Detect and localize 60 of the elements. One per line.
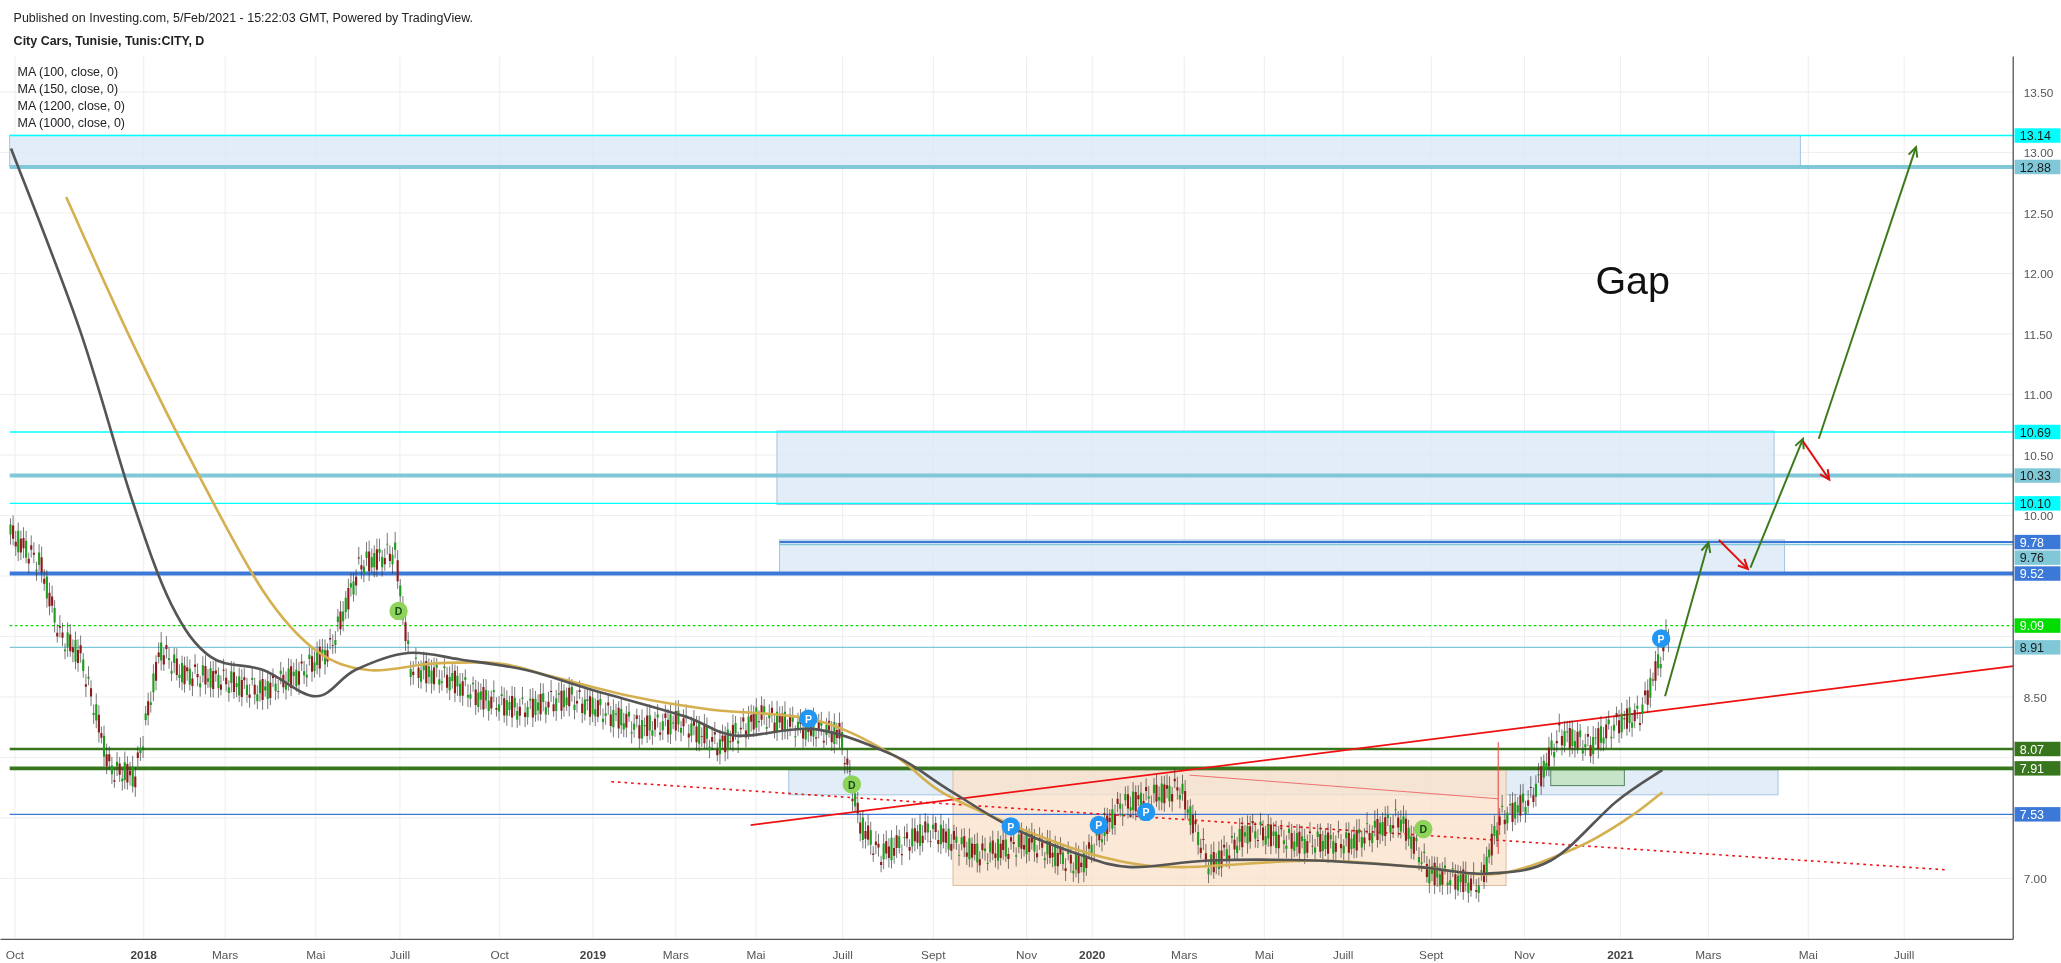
price-label: 10.33 (2014, 468, 2061, 484)
axis-label: Mars (662, 948, 689, 963)
legend-item: MA (1200, close, 0) (17, 99, 125, 114)
price-label: 8.91 (2014, 640, 2061, 656)
legend-item: MA (1000, close, 0) (17, 116, 125, 131)
axis-label: 7.00 (2023, 872, 2047, 887)
price-label: 9.52 (2014, 566, 2061, 582)
event-marker: P (799, 709, 818, 728)
axis-label: 2018 (130, 948, 157, 963)
gap-annotation: Gap (1595, 258, 1670, 303)
price-label: 9.78 (2014, 534, 2061, 550)
axis-label: Mars (1695, 948, 1722, 963)
axis-label: Mai (1254, 948, 1274, 963)
price-label: 10.10 (2014, 496, 2061, 512)
published-note: Published on Investing.com, 5/Feb/2021 - 15:22:03 GMT, Powered by TradingView. (13, 11, 473, 26)
axis-label: Sept (921, 948, 946, 963)
price-label: 9.76 (2014, 550, 2061, 566)
axis-label: 13.00 (2023, 146, 2054, 161)
event-marker: P (1089, 815, 1108, 835)
legend-item: MA (100, close, 0) (17, 65, 119, 80)
price-label: 10.69 (2014, 424, 2061, 440)
legend-item: MA (150, close, 0) (17, 82, 119, 97)
axis-label: 2021 (1607, 948, 1634, 963)
axis-label: Oct (490, 948, 509, 963)
axis-label: 12.00 (2023, 267, 2054, 282)
event-marker: P (1136, 802, 1156, 822)
event-marker: D (842, 775, 861, 794)
axis-label: 2019 (579, 948, 607, 963)
price-label: 7.53 (2014, 807, 2061, 823)
axis-label: Mars (1171, 948, 1198, 963)
axis-label: 10.00 (2023, 509, 2054, 524)
event-marker: P (1651, 629, 1671, 648)
axis-label: Mai (306, 948, 326, 963)
event-marker: D (1414, 819, 1433, 839)
axis-label: 11.50 (2023, 327, 2053, 342)
event-marker: D (389, 601, 408, 621)
axis-label: 2020 (1079, 948, 1106, 963)
axis-label: Juill (1333, 948, 1354, 963)
price-label: 9.09 (2014, 618, 2061, 634)
price-label: 13.14 (2014, 128, 2061, 144)
axis-label: Nov (1016, 948, 1038, 963)
axis-label: Mai (746, 948, 766, 963)
axis-label: 13.50 (2023, 85, 2054, 100)
axis-label: Oct (5, 948, 25, 963)
axis-label: Sept (1419, 948, 1444, 963)
axis-label: Mars (212, 948, 239, 963)
axis-label: Mai (1798, 948, 1818, 963)
axis-label: 12.50 (2023, 206, 2054, 221)
axis-label: Juill (832, 948, 853, 963)
axis-label: Nov (1513, 948, 1535, 963)
axis-label: 10.50 (2023, 448, 2054, 463)
chart-title: City Cars, Tunisie, Tunis:CITY, D (13, 33, 205, 48)
axis-label: 8.50 (2023, 690, 2047, 705)
axis-label: Juill (389, 948, 411, 963)
price-label: 7.91 (2014, 761, 2061, 777)
axis-label: 11.00 (2023, 388, 2053, 403)
event-marker: P (1001, 817, 1020, 836)
price-label: 12.88 (2014, 159, 2061, 175)
axis-label: Juill (1894, 948, 1915, 963)
price-label: 8.07 (2014, 741, 2061, 757)
